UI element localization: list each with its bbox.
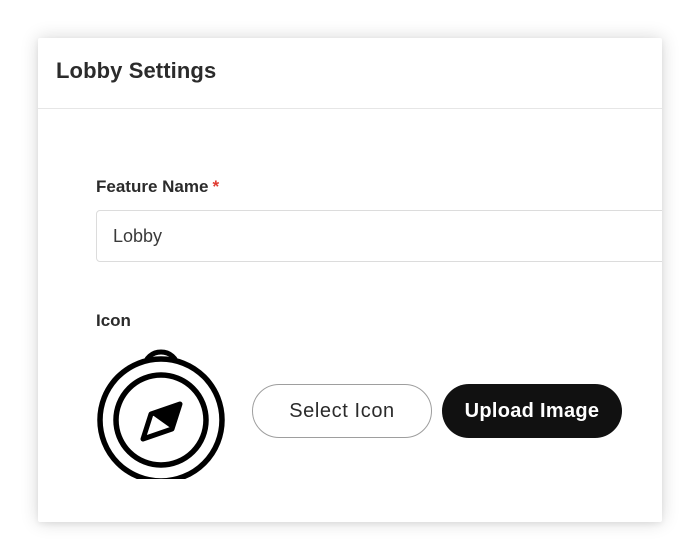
feature-name-label-text: Feature Name [96,177,209,196]
panel-header: Lobby Settings [38,38,662,109]
compass-icon [96,343,230,484]
page-title: Lobby Settings [56,58,217,83]
upload-image-button[interactable]: Upload Image [442,384,622,438]
feature-name-input[interactable] [96,210,662,262]
required-marker: * [212,177,220,196]
icon-label: Icon [96,311,131,330]
lobby-settings-panel: Lobby Settings Feature Name* Icon Select… [38,38,662,522]
feature-name-label: Feature Name * [96,177,219,197]
select-icon-button[interactable]: Select Icon [252,384,432,438]
